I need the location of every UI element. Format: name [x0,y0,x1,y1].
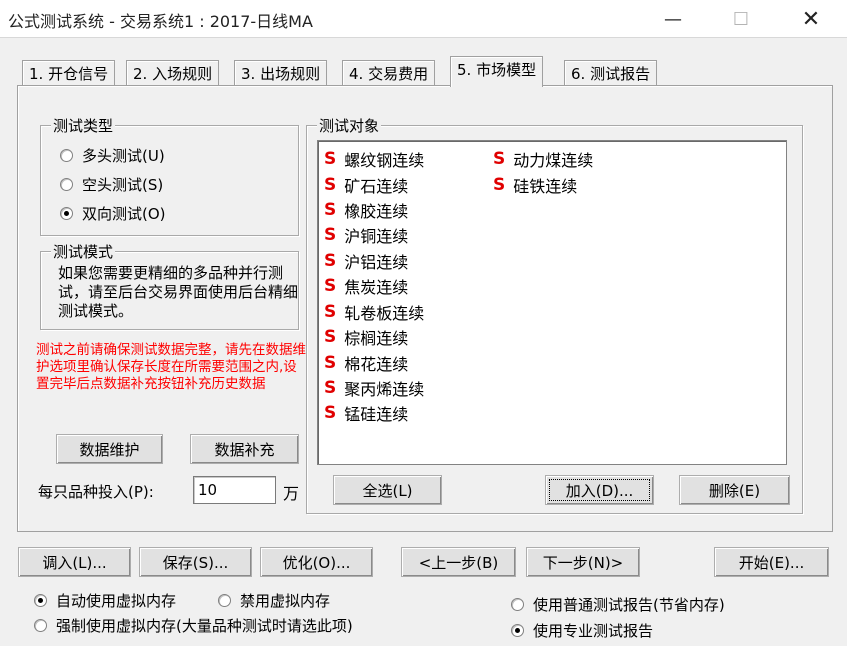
start-button[interactable]: 开始(E)... [714,547,829,577]
symbol-marker: S [493,149,506,169]
radio-short-test[interactable]: 空头测试(S) [60,174,163,195]
radio-force-virtual-memory[interactable]: 强制使用虚拟内存(大量品种测试时请选此项) [34,615,353,636]
test-mode-title: 测试模式 [51,241,116,262]
window-title: 公式测试系统 - 交易系统1 : 2017-日线MA [8,12,313,31]
radio-bidirectional-test[interactable]: 双向测试(O) [60,203,166,224]
tab-market-model[interactable]: 5. 市场模型 [450,56,544,87]
list-item[interactable]: S 焦炭连续 [324,274,408,298]
load-button[interactable]: 调入(L)... [18,547,131,577]
tab-open-signal[interactable]: 1. 开仓信号 [22,60,116,86]
radio-circle[interactable] [218,594,231,607]
next-step-button[interactable]: 下一步(N)> [526,547,640,577]
test-objects-title: 测试对象 [317,115,382,136]
symbol-marker: S [324,200,337,220]
radio-circle[interactable] [60,207,73,220]
list-item-label: 聚丙烯连续 [344,380,425,399]
symbol-marker: S [324,225,337,245]
radio-circle[interactable] [511,624,524,637]
list-item[interactable]: S 棉花连续 [324,351,408,375]
list-item-label: 沪铝连续 [344,253,409,272]
list-item[interactable]: S 动力煤连续 [493,147,593,171]
symbol-marker: S [324,302,337,322]
list-item-label: 橡胶连续 [344,202,409,221]
radio-label: 强制使用虚拟内存(大量品种测试时请选此项) [56,617,353,635]
list-item-label: 锰硅连续 [344,405,409,424]
list-item[interactable]: S 矿石连续 [324,173,408,197]
radio-circle[interactable] [34,619,47,632]
list-item-label: 焦炭连续 [344,278,409,297]
list-item[interactable]: S 橡胶连续 [324,198,408,222]
symbol-marker: S [324,353,337,373]
save-button[interactable]: 保存(S)... [139,547,252,577]
investment-label: 每只品种投入(P): [38,483,154,501]
data-supplement-button[interactable]: 数据补充 [190,434,299,464]
list-item-label: 硅铁连续 [513,177,578,196]
list-item[interactable]: S 聚丙烯连续 [324,376,424,400]
investment-input[interactable] [193,476,276,504]
close-icon[interactable]: ✕ [788,0,834,38]
symbol-marker: S [324,251,337,271]
add-button[interactable]: 加入(D)... [545,475,654,505]
data-warning-text: 测试之前请确保测试数据完整，请先在数据维护选项里确认保存长度在所需要范围之内,设… [36,342,306,392]
list-item-label: 沪铜连续 [344,227,409,246]
list-item-label: 棕榈连续 [344,329,409,348]
list-item-label: 轧卷板连续 [344,304,425,323]
symbol-marker: S [493,175,506,195]
radio-circle[interactable] [60,178,73,191]
list-item[interactable]: S 棕榈连续 [324,325,408,349]
list-item-label: 棉花连续 [344,355,409,374]
data-maintain-button[interactable]: 数据维护 [56,434,163,464]
radio-label: 多头测试(U) [82,147,165,165]
radio-pro-report[interactable]: 使用专业测试报告 [511,620,653,641]
symbol-marker: S [324,175,337,195]
list-item-label: 动力煤连续 [513,151,594,170]
remove-button[interactable]: 删除(E) [679,475,790,505]
test-type-title: 测试类型 [51,115,116,136]
optimize-button[interactable]: 优化(O)... [260,547,373,577]
radio-circle[interactable] [34,594,47,607]
symbol-marker: S [324,378,337,398]
symbol-marker: S [324,276,337,296]
minimize-icon[interactable]: — [650,0,696,38]
symbol-marker: S [324,327,337,347]
list-item[interactable]: S 轧卷板连续 [324,300,424,324]
list-item[interactable]: S 锰硅连续 [324,401,408,425]
radio-label: 使用普通测试报告(节省内存) [533,596,725,614]
list-item[interactable]: S 沪铝连续 [324,249,408,273]
symbol-marker: S [324,149,337,169]
radio-circle[interactable] [60,149,73,162]
radio-auto-virtual-memory[interactable]: 自动使用虚拟内存 [34,590,176,611]
maximize-icon[interactable]: ☐ [718,0,764,38]
symbol-marker: S [324,403,337,423]
list-item[interactable]: S 螺纹钢连续 [324,147,424,171]
list-item[interactable]: S 沪铜连续 [324,223,408,247]
radio-normal-report[interactable]: 使用普通测试报告(节省内存) [511,594,725,615]
radio-long-test[interactable]: 多头测试(U) [60,145,165,166]
radio-label: 空头测试(S) [82,176,164,194]
tab-entry-rules[interactable]: 2. 入场规则 [126,60,220,86]
select-all-button[interactable]: 全选(L) [333,475,442,505]
list-item[interactable]: S 硅铁连续 [493,173,577,197]
tab-exit-rules[interactable]: 3. 出场规则 [234,60,328,86]
radio-label: 禁用虚拟内存 [240,592,331,610]
radio-label: 使用专业测试报告 [533,622,654,640]
radio-label: 自动使用虚拟内存 [56,592,177,610]
tab-trading-costs[interactable]: 4. 交易费用 [342,60,436,86]
list-item-label: 螺纹钢连续 [344,151,425,170]
test-mode-description: 如果您需要更精细的多品种并行测试，请至后台交易界面使用后台精细测试模式。 [58,264,299,320]
radio-disable-virtual-memory[interactable]: 禁用虚拟内存 [218,590,330,611]
list-item-label: 矿石连续 [344,177,409,196]
investment-unit: 万 [283,484,300,503]
tab-test-report[interactable]: 6. 测试报告 [564,60,658,86]
prev-step-button[interactable]: <上一步(B) [401,547,516,577]
radio-label: 双向测试(O) [82,205,166,223]
radio-circle[interactable] [511,598,524,611]
title-bar: 公式测试系统 - 交易系统1 : 2017-日线MA — ☐ ✕ [0,0,847,38]
